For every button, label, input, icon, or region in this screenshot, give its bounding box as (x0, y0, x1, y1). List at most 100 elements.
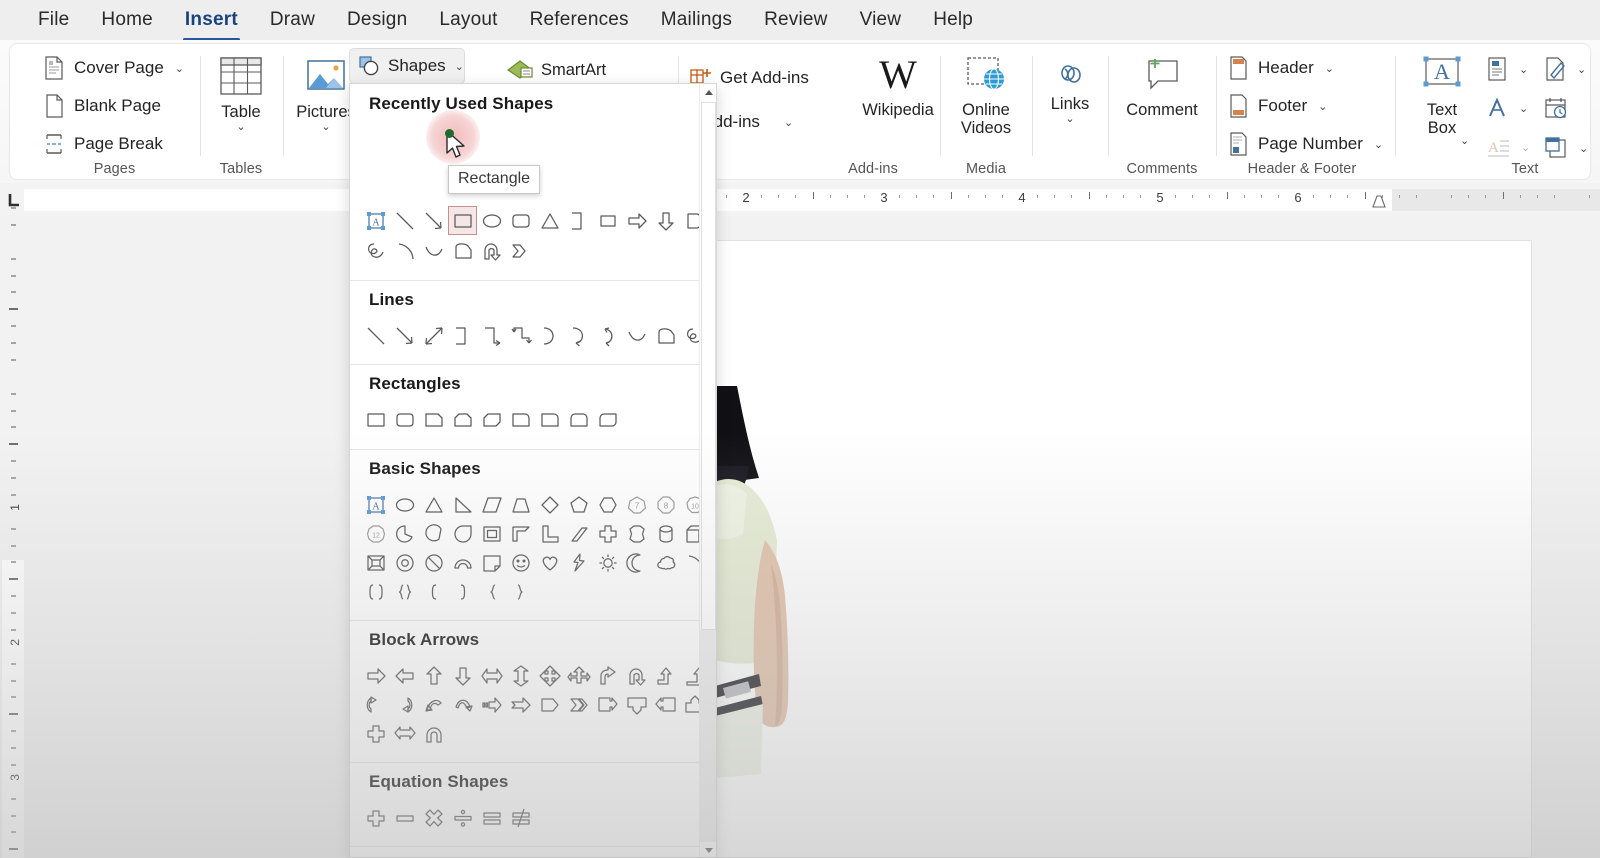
shape-item-division[interactable] (448, 803, 477, 832)
chevron-down-icon[interactable]: ⌄ (1318, 100, 1327, 113)
shape-item-circular-arrow[interactable] (419, 719, 448, 748)
shape-item-down-arrow-callout[interactable] (622, 690, 651, 719)
shape-row[interactable] (361, 405, 622, 434)
shape-item-round-same-side[interactable] (564, 405, 593, 434)
shape-row[interactable] (361, 803, 535, 832)
tab-references[interactable]: References (514, 6, 645, 35)
shape-item-cross[interactable] (593, 519, 622, 548)
shape-item-freeform[interactable] (448, 236, 477, 265)
shape-row[interactable]: 12 (361, 519, 709, 548)
shape-item-right-triangle[interactable] (448, 490, 477, 519)
shape-item-round-diagonal[interactable] (593, 405, 622, 434)
chevron-down-icon[interactable]: ⌄ (1374, 138, 1383, 151)
shape-item-oval[interactable] (390, 490, 419, 519)
shape-item-no-symbol[interactable] (419, 548, 448, 577)
shape-item-elbow-double-arrow[interactable] (506, 321, 535, 350)
shape-row[interactable] (361, 690, 709, 719)
shape-item-rectangle-hovered[interactable] (448, 206, 477, 235)
shape-item-regular-pentagon-star[interactable] (622, 519, 651, 548)
scroll-down-button[interactable] (700, 842, 716, 857)
chevron-down-icon[interactable]: ⌄ (784, 116, 793, 129)
shape-item-right-arrow[interactable] (622, 206, 651, 235)
page-break-button[interactable]: Page Break (44, 132, 163, 156)
shape-item-moon[interactable] (622, 548, 651, 577)
tab-design[interactable]: Design (331, 6, 423, 35)
shape-item-equal[interactable] (477, 803, 506, 832)
object-button[interactable]: ⌄ (1544, 136, 1588, 160)
shape-item-elbow-arrow[interactable] (477, 321, 506, 350)
shape-item-rectangle[interactable] (361, 405, 390, 434)
chevron-down-icon[interactable]: ⌄ (175, 62, 184, 75)
shape-item-chevron-arrow[interactable] (564, 690, 593, 719)
shape-item-folded-corner[interactable] (477, 548, 506, 577)
shape-item-line-arrow[interactable] (390, 321, 419, 350)
tab-mailings[interactable]: Mailings (645, 6, 748, 35)
shape-item-diagonal-stripe[interactable] (564, 519, 593, 548)
shape-item-right-arrow[interactable] (361, 661, 390, 690)
shape-item-curved-up-arrow[interactable] (419, 690, 448, 719)
shape-item-pentagon[interactable] (564, 490, 593, 519)
shape-row[interactable] (361, 236, 535, 265)
shape-item-plus[interactable] (361, 803, 390, 832)
shape-item-multiply[interactable] (419, 803, 448, 832)
shape-row[interactable]: A (361, 206, 709, 235)
shape-item-octagon[interactable]: 8 (651, 490, 680, 519)
shape-item-cylinder[interactable] (651, 519, 680, 548)
blank-page-button[interactable]: Blank Page (44, 94, 161, 118)
chevron-down-icon[interactable]: ⌄ (1460, 134, 1469, 147)
shape-item-frame[interactable] (477, 519, 506, 548)
shape-item-snip-single-corner[interactable] (419, 405, 448, 434)
shape-item-line[interactable] (361, 321, 390, 350)
shape-item-up-down-arrow[interactable] (506, 661, 535, 690)
shape-item-curved-arrow-connector[interactable] (564, 321, 593, 350)
shape-item-not-equal[interactable] (506, 803, 535, 832)
smartart-button[interactable]: SmartArt (506, 56, 636, 84)
scroll-up-button[interactable] (700, 84, 716, 101)
tab-insert[interactable]: Insert (169, 6, 254, 41)
shape-item-l-shape[interactable] (535, 519, 564, 548)
shape-item-pentagon-arrow[interactable] (535, 690, 564, 719)
shape-item-block-arc[interactable] (448, 548, 477, 577)
online-videos-button[interactable]: Online Videos (947, 52, 1025, 138)
wikipedia-button[interactable]: W Wikipedia (848, 52, 948, 120)
chevron-down-icon[interactable]: ⌄ (1325, 62, 1334, 75)
shape-item-line-double-arrow[interactable] (419, 321, 448, 350)
shape-row[interactable] (361, 719, 448, 748)
shape-item-left-bracket[interactable] (419, 577, 448, 606)
shape-item-donut[interactable] (390, 548, 419, 577)
shape-item-textbox[interactable]: A (361, 490, 390, 519)
tab-home[interactable]: Home (85, 6, 168, 35)
shape-item-isosceles-triangle[interactable] (535, 206, 564, 235)
shape-item-snip-diagonal[interactable] (477, 405, 506, 434)
shape-item-bent-arrow[interactable] (593, 661, 622, 690)
shape-item-curved-down-arrow[interactable] (448, 690, 477, 719)
shape-item-freeform[interactable] (651, 321, 680, 350)
tab-review[interactable]: Review (748, 6, 844, 35)
shape-item-heptagon[interactable]: 7 (622, 490, 651, 519)
vertical-ruler[interactable]: 1 2 3 (0, 207, 24, 858)
shape-item-notched-right-arrow[interactable] (506, 690, 535, 719)
shape-item-minus[interactable] (390, 803, 419, 832)
shape-item-left-arrow[interactable] (390, 661, 419, 690)
document-page[interactable] (714, 240, 1532, 858)
shape-item-elbow-connector[interactable] (448, 321, 477, 350)
shape-item-heart[interactable] (535, 548, 564, 577)
shape-item-left-brace[interactable] (477, 577, 506, 606)
shape-item-striped-right-arrow[interactable] (477, 690, 506, 719)
shapes-gallery-scrollbar[interactable] (699, 84, 716, 857)
tab-draw[interactable]: Draw (254, 6, 331, 35)
wordart-button[interactable]: ⌄ (1486, 96, 1528, 120)
shape-item-left-right-arrow-callout[interactable] (390, 719, 419, 748)
shape-item-round-rect[interactable] (506, 206, 535, 235)
links-button[interactable]: Links ⌄ (1037, 56, 1103, 125)
shape-row[interactable]: A 7 8 10 (361, 490, 709, 519)
shape-item-left-arrow-callout[interactable] (651, 690, 680, 719)
scrollbar-track[interactable] (700, 630, 716, 842)
shape-item-left-up-arrow[interactable] (651, 661, 680, 690)
scrollbar-thumb[interactable] (701, 102, 716, 630)
shape-item-pie[interactable] (390, 519, 419, 548)
tab-layout[interactable]: Layout (423, 6, 513, 35)
shape-item-right-bracket[interactable] (448, 577, 477, 606)
shape-item-up-arrow[interactable] (419, 661, 448, 690)
footer-button[interactable]: Footer ⌄ (1228, 94, 1327, 118)
